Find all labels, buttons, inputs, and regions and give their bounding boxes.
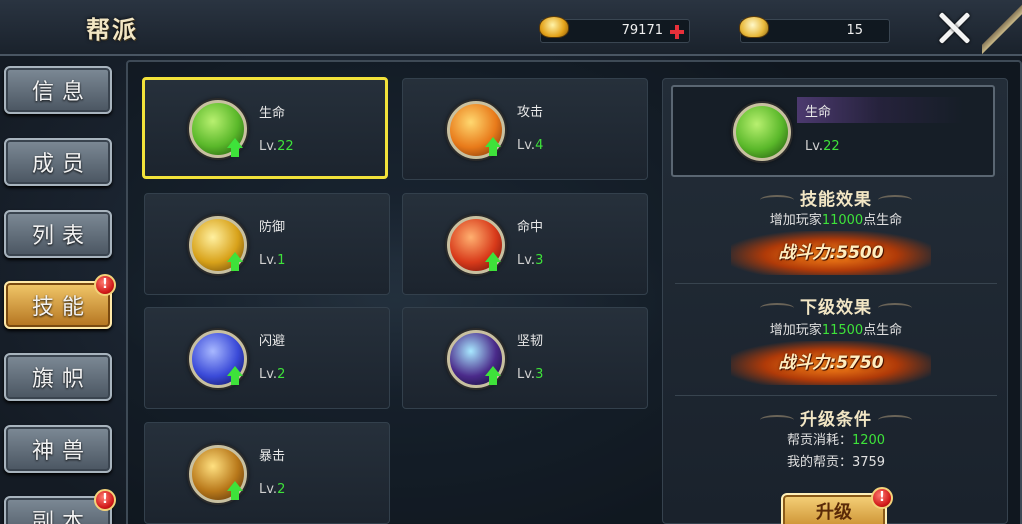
skill-name: 防御 xyxy=(259,220,286,235)
divider xyxy=(675,283,997,284)
dungeon-alert-badge: ! xyxy=(94,489,116,511)
life-icon xyxy=(733,103,791,161)
upgrade-arrow-icon xyxy=(227,138,243,158)
skill-name: 闪避 xyxy=(259,334,286,349)
tab-info[interactable]: 信息 xyxy=(4,66,112,114)
skill-card-attack[interactable]: 攻击 Lv.4 xyxy=(402,78,648,180)
effect-description: 增加玩家11000点生命 xyxy=(769,213,903,228)
skill-name: 命中 xyxy=(517,220,544,235)
skill-name: 暴击 xyxy=(259,449,286,464)
ingot-value: 15 xyxy=(846,23,863,38)
condition-title: 升级条件 xyxy=(663,405,1009,430)
tab-list[interactable]: 列表 xyxy=(4,210,112,258)
skill-card-crit[interactable]: 暴击 Lv.2 xyxy=(144,422,390,524)
skill-level: Lv.1 xyxy=(259,253,286,268)
close-icon[interactable] xyxy=(934,8,974,48)
skill-card-defense[interactable]: 防御 Lv.1 xyxy=(144,193,390,295)
tab-banner[interactable]: 旗帜 xyxy=(4,353,112,401)
skill-card-dodge[interactable]: 闪避 Lv.2 xyxy=(144,307,390,409)
skill-name: 攻击 xyxy=(517,105,544,120)
upgrade-arrow-icon xyxy=(485,137,501,157)
skills-alert-badge: ! xyxy=(94,274,116,296)
skill-level: Lv.22 xyxy=(259,139,294,154)
selected-skill-name: 生命 xyxy=(805,105,832,120)
next-power: 战斗力:5750 xyxy=(731,341,931,385)
ingot-counter: 15 xyxy=(739,16,890,43)
upgrade-arrow-icon xyxy=(227,366,243,386)
add-coins-icon[interactable] xyxy=(669,24,685,40)
divider xyxy=(675,395,997,396)
selected-skill-header: 生命 Lv.22 xyxy=(671,85,995,177)
skill-level: Lv.3 xyxy=(517,253,544,268)
tab-beast[interactable]: 神兽 xyxy=(4,425,112,473)
current-power: 战斗力:5500 xyxy=(731,231,931,275)
upgrade-arrow-icon xyxy=(227,252,243,272)
skill-name: 坚韧 xyxy=(517,334,544,349)
upgrade-alert-badge: ! xyxy=(871,487,893,509)
skill-level: Lv.2 xyxy=(259,482,286,497)
coin-value: 79171 xyxy=(621,23,663,38)
quill-decoration-icon xyxy=(982,2,1022,56)
skill-card-hit[interactable]: 命中 Lv.3 xyxy=(402,193,648,295)
guild-contribution-cost: 帮贡消耗：1200 xyxy=(786,433,886,448)
skill-level: Lv.3 xyxy=(517,367,544,382)
page-title: 帮派 xyxy=(86,15,138,44)
skill-level: Lv.2 xyxy=(259,367,286,382)
selected-skill-level: Lv.22 xyxy=(805,139,840,154)
skill-detail-panel: 生命 Lv.22 技能效果 增加玩家11000点生命 战斗力:5500 下级效果… xyxy=(662,78,1008,524)
next-effect-title: 下级效果 xyxy=(663,293,1009,318)
upgrade-arrow-icon xyxy=(485,252,501,272)
skill-level: Lv.4 xyxy=(517,138,544,153)
upgrade-arrow-icon xyxy=(227,481,243,501)
skill-card-life[interactable]: 生命 Lv.22 xyxy=(142,77,388,179)
top-bar: 帮派 79171 15 xyxy=(0,0,1022,56)
coin-counter: 79171 xyxy=(539,16,690,43)
tab-members[interactable]: 成员 xyxy=(4,138,112,186)
skill-card-toughness[interactable]: 坚韧 Lv.3 xyxy=(402,307,648,409)
effect-title: 技能效果 xyxy=(663,185,1009,210)
upgrade-arrow-icon xyxy=(485,366,501,386)
gold-ingot-icon xyxy=(539,16,569,38)
my-guild-contribution: 我的帮贡：3759 xyxy=(786,455,886,470)
gold-pile-icon xyxy=(739,16,769,38)
next-effect-description: 增加玩家11500点生命 xyxy=(769,323,903,338)
skill-name: 生命 xyxy=(259,106,286,121)
